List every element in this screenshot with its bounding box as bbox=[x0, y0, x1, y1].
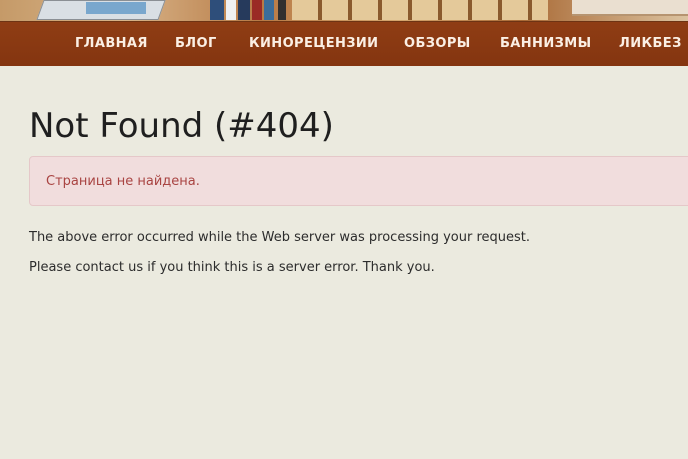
error-description: The above error occurred while the Web s… bbox=[29, 230, 531, 245]
error-alert-message: Страница не найдена. bbox=[46, 174, 200, 189]
nav-item-film-reviews[interactable]: КИНОРЕЦЕНЗИИ bbox=[249, 22, 378, 66]
nav-item-reviews[interactable]: ОБЗОРЫ bbox=[404, 22, 471, 66]
banner-book-4 bbox=[252, 0, 262, 20]
nav-item-home[interactable]: ГЛАВНАЯ bbox=[75, 22, 148, 66]
banner-book-1 bbox=[210, 0, 224, 20]
banner-paper bbox=[572, 0, 688, 16]
banner-book-6 bbox=[278, 0, 286, 20]
header-banner bbox=[0, 0, 688, 22]
banner-letter-tiles bbox=[292, 0, 548, 20]
error-contact-note: Please contact us if you think this is a… bbox=[29, 260, 435, 275]
banner-book-5 bbox=[264, 0, 274, 20]
main-navigation: ГЛАВНАЯ БЛОГ КИНОРЕЦЕНЗИИ ОБЗОРЫ БАННИЗМ… bbox=[0, 22, 688, 66]
nav-item-banners[interactable]: БАННИЗМЫ bbox=[500, 22, 591, 66]
banner-book-2 bbox=[226, 0, 236, 20]
page-title: Not Found (#404) bbox=[29, 106, 334, 146]
banner-tablet-screen bbox=[86, 2, 146, 14]
error-alert: Страница не найдена. bbox=[29, 156, 688, 206]
nav-item-basics[interactable]: ЛИКБЕЗ bbox=[619, 22, 682, 66]
nav-item-blog[interactable]: БЛОГ bbox=[175, 22, 217, 66]
banner-book-3 bbox=[238, 0, 250, 20]
